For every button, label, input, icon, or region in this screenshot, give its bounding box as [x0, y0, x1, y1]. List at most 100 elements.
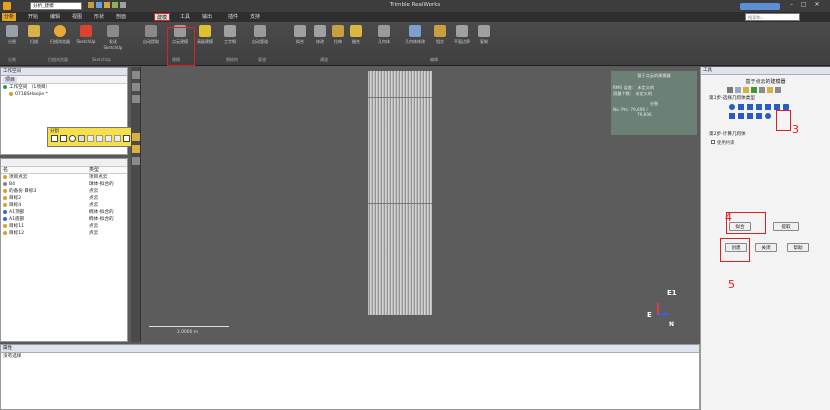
- circle-select-icon[interactable]: [69, 135, 76, 142]
- workspace-icon: [3, 84, 7, 89]
- list-item[interactable]: A1顶部 椭体-拟合的: [1, 209, 127, 216]
- highlight-cloud-modeling: [167, 27, 195, 66]
- list-item[interactable]: 的备份 目标3 点云: [1, 188, 127, 195]
- workspace-toolbar[interactable]: 项目: [1, 76, 127, 84]
- cloud-divider: [368, 97, 432, 98]
- intersect-button[interactable]: 相交: [430, 25, 450, 53]
- list-item[interactable]: 目标4 点云: [1, 202, 127, 209]
- advanced-modeling-button[interactable]: 高级建模: [194, 25, 216, 53]
- list-item[interactable]: A1底部 椭体-拟合的: [1, 216, 127, 223]
- segment-icon[interactable]: [78, 135, 85, 142]
- menu-output[interactable]: 输出: [200, 13, 214, 21]
- window-controls[interactable]: – □ ✕: [790, 1, 826, 10]
- project-icon: [9, 91, 13, 96]
- ibeam-button[interactable]: 工字钢: [220, 25, 240, 53]
- polygon-select-icon[interactable]: [51, 135, 58, 142]
- fit-ribbon-button[interactable]: 拟合: [290, 25, 310, 53]
- point-icon[interactable]: [756, 113, 762, 119]
- menu-section[interactable]: 剖面: [114, 13, 128, 21]
- properties-empty: 没有选择: [3, 354, 22, 359]
- send-sketchup-button[interactable]: 发送SketchUp: [100, 25, 126, 53]
- ibeam-type-icon[interactable]: [729, 113, 735, 119]
- highlight-create: [720, 238, 750, 262]
- stitch-icon: [350, 25, 362, 37]
- plane-boundary-button[interactable]: 平面边界: [450, 25, 474, 53]
- group-label-split: 分割: [8, 57, 16, 62]
- undo-icon[interactable]: [114, 135, 121, 142]
- header-name[interactable]: 名: [1, 167, 89, 173]
- list-item[interactable]: 目标2 点云: [1, 195, 127, 202]
- view-toolbar[interactable]: [131, 67, 141, 342]
- highlight-shield: [776, 110, 791, 131]
- extrude-button[interactable]: 拉伸: [328, 25, 348, 53]
- group-label-pipe: 管道: [258, 57, 266, 62]
- extract-button[interactable]: 提取: [773, 222, 799, 231]
- outside-icon[interactable]: [96, 135, 103, 142]
- modify-button[interactable]: 修改: [310, 25, 330, 53]
- copy-icon: [478, 25, 490, 37]
- close-button[interactable]: 关闭: [755, 243, 777, 252]
- cloud-divider: [368, 203, 432, 204]
- ribbon: 分割 扫描 扫描浏览器 SketchUp 发送SketchUp 自动提取 点云建…: [0, 22, 830, 66]
- geometry-type-row2[interactable]: [701, 113, 830, 119]
- help-button[interactable]: 帮助: [787, 243, 809, 252]
- group-label-sketchup: SketchUp: [92, 57, 111, 62]
- split-button[interactable]: 分割: [2, 25, 22, 53]
- torus-icon[interactable]: [756, 104, 762, 110]
- quick-access-toolbar[interactable]: [88, 2, 178, 10]
- menu-view[interactable]: 视图: [70, 13, 84, 21]
- header-type[interactable]: 类型: [89, 167, 99, 173]
- group-label-steel: 钢结构: [226, 57, 238, 62]
- tools-icon-row[interactable]: [701, 87, 830, 93]
- circle-icon[interactable]: [765, 113, 771, 119]
- axis-gizmo[interactable]: [657, 303, 669, 315]
- box-icon[interactable]: [765, 104, 771, 110]
- tree-item-project[interactable]: 0718SHaojie *: [1, 91, 127, 98]
- viewport-3d[interactable]: 基于点云的建模器 RMS 误差： 未定义的 测量个数： 未定义的 分割 No. …: [141, 67, 700, 342]
- scan-button[interactable]: 扫描: [24, 25, 44, 53]
- rect-select-icon[interactable]: [60, 135, 67, 142]
- exit-icon[interactable]: [123, 135, 130, 142]
- inside-icon[interactable]: [87, 135, 94, 142]
- list-item[interactable]: 目标12 点云: [1, 230, 127, 237]
- geometry-modify-button[interactable]: 几何体修改: [402, 25, 428, 53]
- geometry-type-row1[interactable]: [701, 104, 830, 110]
- menu-file[interactable]: 分析: [2, 13, 17, 21]
- menu-shape[interactable]: 形状: [92, 13, 106, 21]
- cloud-badge[interactable]: [740, 3, 780, 10]
- info-points-total: 79,606: [637, 112, 652, 117]
- menu-start[interactable]: 开始: [26, 13, 40, 21]
- project-dropdown[interactable]: 分析_建模: [30, 2, 82, 10]
- group-label-scan: 扫描浏览器: [48, 57, 68, 62]
- list-header: 名 类型: [1, 167, 127, 174]
- scan-browser-button[interactable]: 扫描浏览器: [48, 25, 72, 53]
- copy-button[interactable]: 复制: [474, 25, 494, 53]
- menu-tools[interactable]: 工具: [178, 13, 192, 21]
- step1-label: 第1步-选择几何体类型: [709, 96, 755, 101]
- stitch-button[interactable]: 缝合: [346, 25, 366, 53]
- list-item[interactable]: 目标11 点云: [1, 223, 127, 230]
- geometry-modify-icon: [409, 25, 421, 37]
- geometry-button[interactable]: 几何体: [372, 25, 396, 53]
- search-input[interactable]: 搜索和...: [745, 13, 800, 21]
- cylinder-icon[interactable]: [738, 104, 744, 110]
- menu-support[interactable]: 支持: [248, 13, 262, 21]
- channel-icon[interactable]: [738, 113, 744, 119]
- app-title: Trimble RealWorks: [389, 2, 441, 8]
- sphere-icon[interactable]: [729, 104, 735, 110]
- delete-icon[interactable]: [105, 135, 112, 142]
- tree-item-workspace[interactable]: 工作空间 （1项目）: [1, 84, 127, 91]
- menu-modeling[interactable]: 建模: [154, 13, 171, 21]
- list-item[interactable]: 项目点云 项目点云: [1, 174, 127, 181]
- cone-icon[interactable]: [747, 104, 753, 110]
- line-icon[interactable]: [747, 113, 753, 119]
- sketchup-button[interactable]: SketchUp: [76, 25, 96, 53]
- scan-icon: [28, 25, 40, 37]
- menu-plugins[interactable]: 插件: [226, 13, 240, 21]
- auto-extract-button[interactable]: 自动提取: [138, 25, 164, 53]
- auto-pipe-button[interactable]: 自动管道: [248, 25, 272, 53]
- list-toolbar[interactable]: [1, 159, 127, 167]
- list-item[interactable]: B4 球体-拟合的: [1, 181, 127, 188]
- constraint-checkbox[interactable]: 使用约束: [701, 140, 830, 146]
- menu-edit[interactable]: 编辑: [48, 13, 62, 21]
